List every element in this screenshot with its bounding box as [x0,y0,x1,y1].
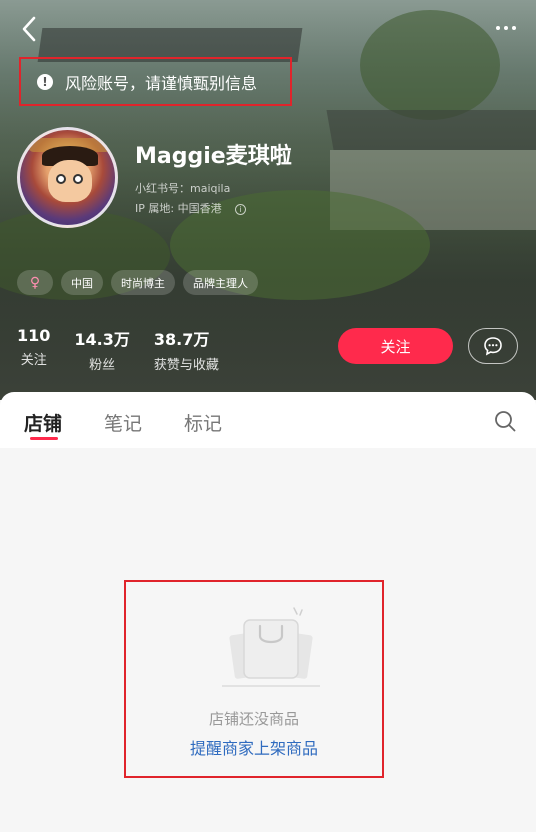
tag-location[interactable]: 中国 [61,270,103,295]
xhs-id: 小红书号：maiqila [135,182,231,195]
message-button[interactable] [468,328,518,364]
active-tab-indicator [30,437,58,440]
background-roof [326,110,536,150]
tab-notes[interactable]: 笔记 [104,409,142,436]
background-tree [360,10,500,120]
follow-button[interactable]: 关注 [338,328,453,364]
ip-location: IP 属地: 中国香港 i [135,200,247,216]
stat-followers[interactable]: 14.3万 粉丝 [74,326,129,373]
more-icon [496,26,500,30]
search-icon[interactable] [494,410,516,432]
chat-icon [484,337,502,356]
stat-following[interactable]: 110 关注 [17,326,50,373]
content-tabs: 店铺 笔记 标记 [0,392,536,448]
empty-shop-state: 店铺还没商品 提醒商家上架商品 [124,580,384,778]
remind-merchant-link[interactable]: 提醒商家上架商品 [126,735,382,759]
tag-gender[interactable]: ♀ [17,270,53,295]
stat-likes-collections[interactable]: 38.7万 获赞与收藏 [154,326,219,373]
back-arrow-icon [22,16,36,42]
back-button[interactable] [14,14,44,44]
avatar[interactable] [17,127,118,228]
profile-header: ! 风险账号，请谨慎甄别信息 Maggie麦琪啦 小红书号：maiqila IP… [0,0,536,400]
profile-stats: 110 关注 14.3万 粉丝 38.7万 获赞与收藏 [17,326,243,373]
tab-shop[interactable]: 店铺 [24,409,62,436]
risk-notice-text: 风险账号，请谨慎甄别信息 [65,73,258,93]
profile-tags: ♀ 中国 时尚博主 品牌主理人 [17,270,258,295]
username: Maggie麦琪啦 [135,144,292,169]
shopping-bag-icon [222,607,320,687]
tag-fashion-blogger[interactable]: 时尚博主 [111,270,175,295]
warning-icon: ! [37,73,53,90]
tag-brand-owner[interactable]: 品牌主理人 [183,270,258,295]
risk-account-banner: ! 风险账号，请谨慎甄别信息 [19,57,292,106]
more-button[interactable] [488,18,524,38]
info-icon[interactable]: i [235,203,247,215]
empty-message: 店铺还没商品 [208,710,299,728]
tab-marks[interactable]: 标记 [184,409,222,436]
